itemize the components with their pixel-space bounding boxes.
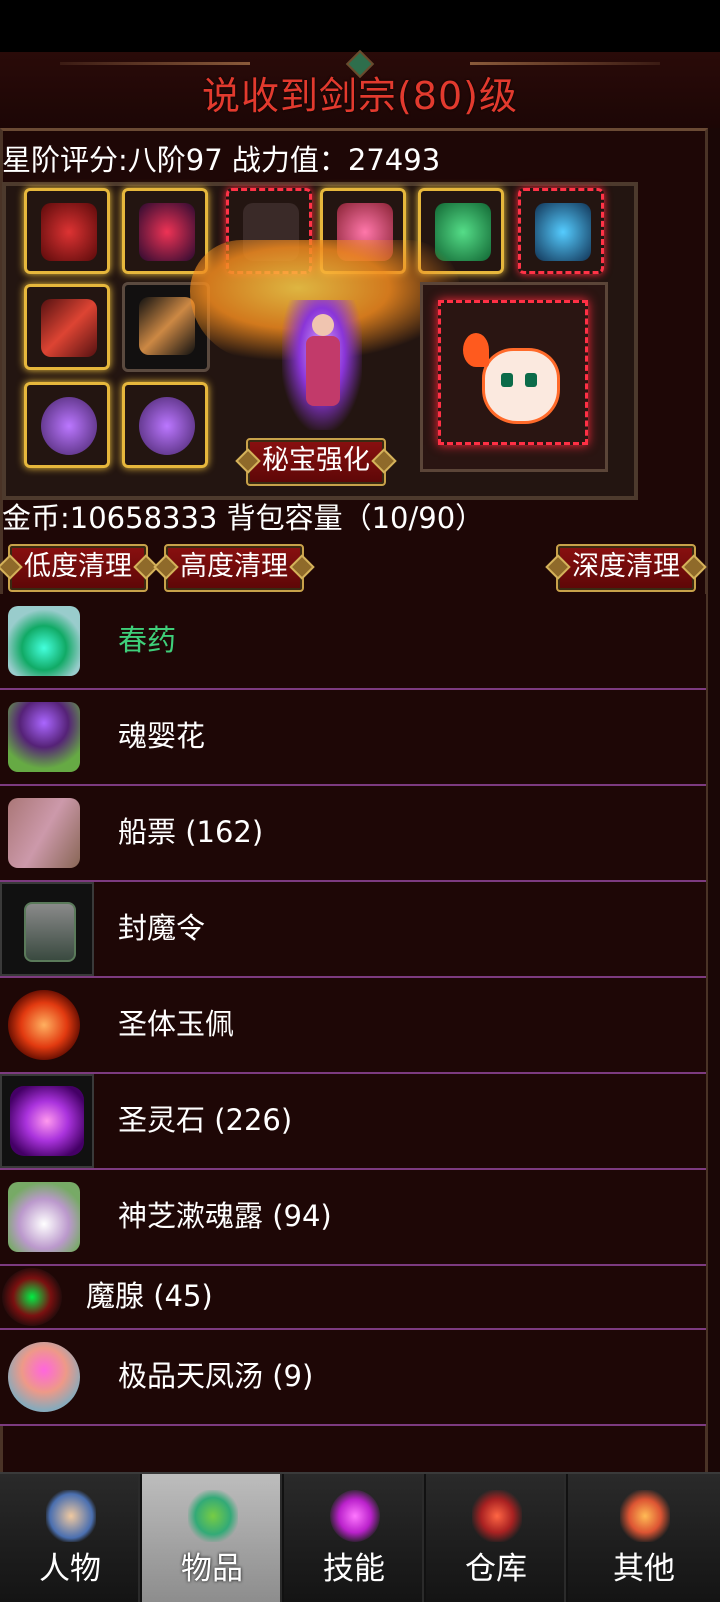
warehouse-icon [472,1490,522,1542]
diamond-flask-icon [8,1182,80,1252]
list-item[interactable]: 春药 [0,594,706,690]
items-bag-icon [188,1490,238,1542]
potion-bottle-icon [8,606,80,676]
tab-label: 其他 [613,1551,675,1587]
tab-items[interactable]: 物品 [142,1474,282,1602]
pet-eye-left [501,373,513,387]
seal-token-icon [0,882,94,976]
item-name: 春药 [118,623,177,657]
gold-bag-capacity: 金币:10658333 背包容量（10/90） [2,501,485,535]
item-name: 封魔令 [118,911,206,945]
item-name: 船票 (162) [118,815,264,849]
scroll-icon [8,798,80,868]
list-item[interactable]: 圣灵石 (226) [0,1074,706,1170]
tab-other[interactable]: 其他 [568,1474,720,1602]
purple-flower-icon [8,702,80,772]
pet-flame [463,333,489,367]
pet-eye-right [525,373,537,387]
ring-icon [41,397,97,455]
equip-slot-armor[interactable] [122,188,208,274]
character-body [306,336,340,406]
list-item[interactable]: 魂婴花 [0,690,706,786]
purple-crystal-shape [10,1086,84,1156]
dagger-icon [139,297,195,355]
item-name: 圣体玉佩 [118,1007,235,1041]
character-title: 说收到剑宗(80)级 [201,74,518,118]
item-name: 魔腺 (45) [86,1279,213,1313]
bottom-tab-bar: 人物 物品 技能 仓库 其他 [0,1472,720,1602]
low-clean-button[interactable]: 低度清理 [8,544,148,592]
character-head [312,314,334,336]
list-item[interactable]: 圣体玉佩 [0,978,706,1074]
item-name: 极品天凤汤 (9) [118,1359,314,1393]
equip-slot-ring-2[interactable] [122,382,208,468]
title-ornament-right [470,62,660,65]
purple-crystal-icon [0,1074,94,1168]
equip-slot-beast-mask[interactable] [518,188,604,274]
high-clean-button[interactable]: 高度清理 [164,544,304,592]
title-ornament-left [60,62,250,65]
green-armor-icon [435,203,491,261]
tab-label: 人物 [39,1551,101,1587]
tab-label: 物品 [181,1551,243,1587]
equip-slot-ring-1[interactable] [24,382,110,468]
list-item[interactable]: 船票 (162) [0,786,706,882]
character-icon [46,1490,96,1542]
rating-power-line: 星阶评分:八阶97 战力值：27493 [2,143,441,177]
fire-pet-icon [463,333,560,424]
ring-icon [139,397,195,455]
item-name: 魂婴花 [118,719,206,753]
equip-slot-sword[interactable] [24,284,110,370]
list-item[interactable]: 极品天凤汤 (9) [0,1330,706,1426]
armor-icon [139,203,195,261]
treasure-enhance-button[interactable]: 秘宝强化 [246,438,386,486]
title-bar: 说收到剑宗(80)级 [0,49,720,128]
skill-swirl-icon [330,1490,380,1542]
helmet-icon [41,203,97,261]
item-name: 神芝漱魂露 (94) [118,1199,332,1233]
item-name: 圣灵石 (226) [118,1103,293,1137]
deep-clean-button[interactable]: 深度清理 [556,544,696,592]
list-item[interactable]: 神芝漱魂露 (94) [0,1170,706,1266]
soup-bowl-icon [8,1342,80,1412]
beast-mask-icon [535,203,591,261]
other-icon [620,1490,670,1542]
character-model[interactable] [282,300,362,430]
item-list: 春药 魂婴花 船票 (162) 封魔令 圣体玉佩 圣灵石 (226) 神芝漱魂露… [0,594,706,1426]
seal-token-shape [24,902,76,962]
equip-slot-helmet[interactable] [24,188,110,274]
tab-label: 技能 [323,1551,385,1587]
list-item[interactable]: 封魔令 [0,882,706,978]
sword-icon [41,299,97,357]
list-item[interactable]: 魔腺 (45) [0,1266,706,1330]
tab-character[interactable]: 人物 [0,1474,140,1602]
tab-warehouse[interactable]: 仓库 [426,1474,566,1602]
tab-skills[interactable]: 技能 [284,1474,424,1602]
fire-orb-icon [8,990,80,1060]
tab-label: 仓库 [465,1551,527,1587]
dark-orb-icon [2,1268,62,1326]
status-bar [0,0,720,52]
